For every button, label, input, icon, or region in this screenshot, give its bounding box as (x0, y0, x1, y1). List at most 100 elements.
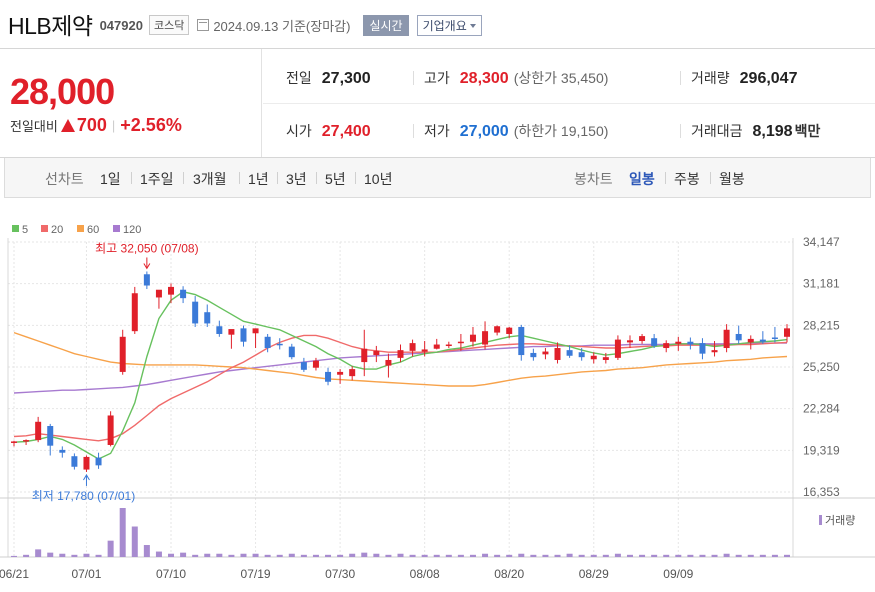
quote-separator (413, 71, 414, 85)
volume-bar (337, 554, 344, 557)
y-axis-labels: 34,147 31,181 28,215 25,250 22,284 19,319 16,3… (803, 235, 840, 499)
quote-separator (413, 124, 414, 138)
open-label: 시가 (286, 123, 312, 139)
realtime-button[interactable]: 실시간 (363, 14, 409, 36)
period-separator (355, 172, 356, 184)
chart-annotations: 최고 32,050 (07/08) 최저 17,780 (07/01) (32, 241, 199, 502)
candle-body (95, 457, 102, 466)
candle-body (457, 341, 464, 344)
upper-limit: (상한가 35,450) (514, 68, 609, 88)
volume-panel: 거래량 (11, 508, 855, 557)
candle-body (578, 352, 585, 358)
candle-weekly[interactable]: 주봉 (674, 169, 700, 189)
volume-bar (180, 552, 187, 557)
volume-bar (530, 554, 537, 557)
current-price-panel: 28,000 전일대비 700 | +2.56% (0, 49, 262, 157)
amount-label: 거래대금 (691, 123, 743, 139)
candle-body (385, 359, 392, 366)
period-5y[interactable]: 5년 (325, 169, 346, 189)
candle-body (59, 449, 66, 453)
period-3m[interactable]: 3개월 (193, 169, 227, 189)
candle-body (469, 334, 476, 342)
volume-bar (385, 554, 392, 557)
quote-separator (680, 71, 681, 85)
candle-body (373, 350, 380, 356)
stock-name: HLB제약 (8, 13, 93, 39)
period-10y[interactable]: 10년 (364, 169, 392, 189)
candle-daily[interactable]: 일봉 (629, 169, 655, 189)
legend-label-5: 5 (22, 224, 28, 236)
period-separator (239, 172, 240, 184)
volume-bar (143, 545, 150, 557)
candle-body (445, 344, 452, 347)
high-label: 고가 (424, 70, 450, 86)
candle-body (518, 326, 525, 356)
candle-body (83, 456, 90, 470)
market-badge: 코스닥 (148, 15, 190, 35)
volume-bar (566, 553, 573, 557)
low-label: 저가 (424, 123, 450, 139)
amount-unit: 백만 (794, 123, 821, 139)
period-1d[interactable]: 1일 (100, 169, 121, 189)
lower-limit: (하한가 19,150) (514, 121, 609, 141)
candle-body (252, 328, 259, 334)
period-separator (277, 172, 278, 184)
volume-bar (554, 554, 561, 557)
volume-bar (590, 554, 597, 557)
candle-body (131, 293, 138, 332)
x-tick-label: 07/01 (71, 567, 101, 581)
candle-body (784, 328, 790, 337)
volume-bar (482, 553, 489, 557)
candle-body (421, 349, 428, 352)
change-percent: +2.56% (120, 115, 182, 135)
candle-body (349, 369, 356, 377)
stock-code: 047920 (99, 18, 143, 33)
price-chart: 5 20 60 120 최고 32,050 (07/08) 최저 17,780 (07/… (0, 224, 875, 581)
candle-body (554, 348, 561, 360)
prev-close-value: 27,300 (321, 70, 371, 87)
period-separator (710, 172, 711, 184)
x-tick-label: 06/21 (0, 567, 29, 581)
volume-label: 거래량 (691, 70, 730, 86)
volume-bar (23, 554, 30, 557)
volume-bar (216, 553, 223, 557)
candle-body (639, 336, 646, 342)
company-overview-button[interactable]: 기업개요 (416, 14, 482, 36)
lower-limit-value: 19,150) (560, 123, 609, 139)
candle-body (626, 340, 633, 343)
candle-body (337, 371, 344, 375)
lower-limit-label: (하한가 (513, 123, 558, 139)
period-toolbar: 선차트 1일 1주일 3개월 1년 3년 5년 10년 봉차트 일봉 주봉 월봉 (4, 158, 871, 198)
volume-bar (361, 552, 368, 557)
volume-bar (723, 553, 730, 557)
prev-close-label: 전일 (286, 70, 312, 86)
legend-swatch-60 (77, 225, 84, 232)
quote-box: 28,000 전일대비 700 | +2.56% 전일 27,300 고가 28… (0, 48, 875, 158)
amount-value: 8,198 (752, 123, 793, 140)
legend-label-60: 60 (87, 224, 99, 236)
x-tick-label: 07/10 (156, 567, 186, 581)
period-1w[interactable]: 1주일 (140, 169, 174, 189)
candle-body (180, 289, 187, 299)
legend-swatch-5 (12, 225, 19, 232)
candle-body (602, 357, 609, 360)
volume-bar (83, 553, 90, 557)
volume-bar (457, 554, 464, 557)
high-price: 고가 28,300 (상한가 35,450) (424, 68, 608, 88)
moving-average-lines (13, 291, 788, 460)
candles (11, 271, 790, 472)
candle-body (23, 440, 30, 442)
current-price: 28,000 (10, 71, 115, 112)
candle-body (361, 348, 368, 363)
volume-bar (747, 554, 754, 557)
candle-body (47, 426, 54, 446)
price-change: 전일대비 700 | +2.56% (10, 115, 182, 136)
volume-bar (626, 554, 633, 557)
candle-monthly[interactable]: 월봉 (719, 169, 745, 189)
open-price: 시가 27,400 (286, 121, 371, 141)
period-3y[interactable]: 3년 (286, 169, 307, 189)
candle-body (530, 352, 537, 358)
period-1y[interactable]: 1년 (248, 169, 269, 189)
volume-bar (445, 554, 452, 557)
quote-date: 2024.09.13 기준(장마감) (213, 18, 351, 34)
